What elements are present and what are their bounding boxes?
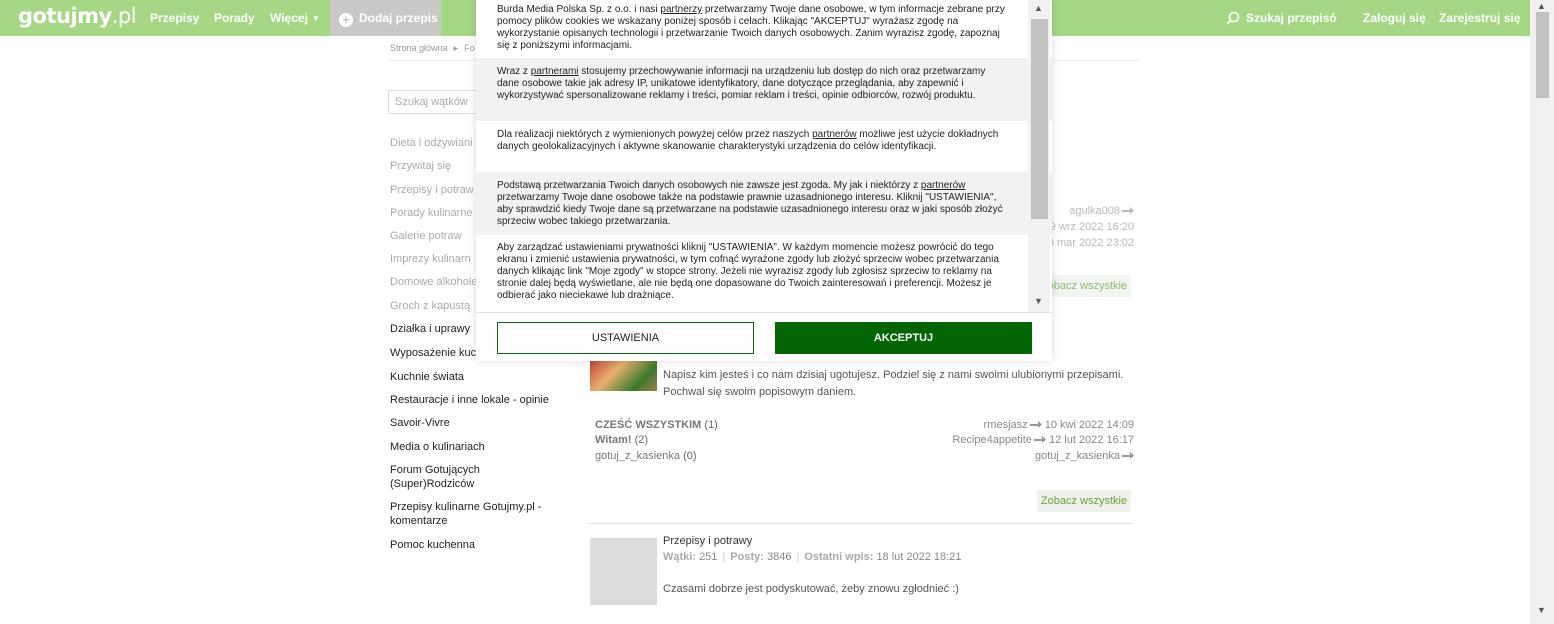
thread-title[interactable]: CZEŚĆ WSZYSTKIM [595,419,701,431]
add-recipe-label: Dodaj przepis [359,11,438,25]
consent-paragraph: Aby zarządzać ustawieniami prywatności k… [497,242,999,301]
cookie-consent-modal: Burda Media Polska Sp. z o.o. i nasi par… [476,0,1052,361]
thread-count: (0) [683,450,697,462]
forum-stats: Wątki: 251 | Posty: 3846 | Ostatni wpis: 18 … [663,551,962,563]
breadcrumb: Strona główna ▸ Fo [390,43,475,54]
scroll-up-icon[interactable]: ▲ [1034,3,1043,13]
sidebar-item-wyposazenie[interactable]: Wyposażenie kuc [390,346,476,360]
partners-link[interactable]: partnerów [812,129,856,140]
partners-link[interactable]: partnerami [531,66,579,77]
thread-row: CZEŚĆ WSZYSTKIM (1) rmesjasz 10 kwi 2022… [595,419,1134,431]
sidebar-item-imprezy[interactable]: Imprezy kulinarn [390,252,471,266]
sidebar-item-kuchnie[interactable]: Kuchnie świata [390,370,464,384]
thread-date: 10 kwi 2022 14:09 [1044,419,1134,431]
modal-scrollbar[interactable]: ▲ ▼ [1028,0,1050,312]
consent-text-scroll-area[interactable]: Burda Media Polska Sp. z o.o. i nasi par… [476,0,1052,312]
sidebar-item-dieta[interactable]: Dieta i odżywiani [390,136,473,150]
thread-meta-date: 9 wrz 2022 16:20 [1049,221,1134,233]
register-link[interactable]: Zarejestruj się [1439,0,1520,36]
forum-divider [588,523,1134,524]
sidebar-item-groch[interactable]: Groch z kapustą [390,299,470,313]
forum-description: Napisz kim jesteś i co nam dzisiaj ugotu… [663,369,1124,398]
thread-date: 12 lut 2022 16:17 [1048,434,1134,446]
thread-title[interactable]: Witam! [595,434,632,446]
sidebar-item-galerie[interactable]: Galerie potraw [390,229,462,243]
reply-arrow-icon [1122,452,1134,459]
settings-button[interactable]: USTAWIENIA [497,322,754,354]
sidebar-item-przepisy[interactable]: Przepisy i potraw [390,183,474,197]
sidebar-item-dzialka[interactable]: Działka i uprawy [390,322,470,336]
sidebar-item-media[interactable]: Media o kulinariach [390,440,485,454]
sidebar-item-savoir[interactable]: Savoir-Vivre [390,416,450,430]
consent-paragraph: Dla realizacji niektórych z wymienionych… [497,129,999,152]
scroll-up-icon[interactable]: ▲ [1537,1,1546,11]
thread-meta-user[interactable]: agulka008 [1069,205,1134,217]
recipe-search-field[interactable]: Szukaj przepisó [1226,0,1337,36]
breadcrumb-separator-icon: ▸ [453,43,459,53]
sidebar-item-rodzice[interactable]: Forum Gotujących (Super)Rodziców [390,463,510,491]
recipe-search-placeholder: Szukaj przepisó [1246,11,1337,25]
sidebar-item-restauracje[interactable]: Restauracje i inne lokale - opinie [390,393,549,407]
page-scrollbar[interactable]: ▲ ▼ [1530,0,1554,624]
thread-meta-date: 0 mar 2022 23:02 [1047,237,1134,249]
thread-count: (2) [634,434,649,446]
partners-link[interactable]: partnerzy [660,4,702,15]
reply-arrow-icon [1122,207,1134,214]
thread-row: Witam! (2) Recipe4appetite 12 lut 2022 1… [595,434,1134,446]
thread-count: (1) [704,419,718,431]
nav-przepisy[interactable]: Przepisy [150,0,199,36]
search-icon [1226,11,1240,25]
consent-paragraph: Burda Media Polska Sp. z o.o. i nasi par… [497,4,1005,51]
forum-description: Czasami dobrze jest podyskutować, żeby z… [663,583,959,595]
plus-circle-icon: + [339,13,353,27]
sidebar-item-porady[interactable]: Porady kulinarne [390,206,473,220]
forum-title[interactable]: Przepisy i potrawy [663,535,752,547]
login-link[interactable]: Zaloguj się [1363,0,1426,36]
see-all-button[interactable]: Zobacz wszystkie [1037,490,1131,512]
caret-down-icon: ▼ [311,14,320,23]
thread-user[interactable]: rmesjasz [984,419,1028,431]
forum-thumbnail[interactable] [590,538,657,605]
sidebar-item-komentarze[interactable]: Przepisy kulinarne Gotujmy.pl - komentar… [390,500,560,528]
reply-arrow-icon [1029,421,1042,428]
nav-wiecej-label: Więcej [270,11,308,25]
partners-link[interactable]: partnerów [921,180,965,191]
thread-user[interactable]: Recipe4appetite [952,434,1032,446]
scrollbar-thumb[interactable] [1031,19,1048,219]
site-logo[interactable]: gotujmy.pl [18,4,137,28]
nav-wiecej[interactable]: Więcej ▼ [270,0,320,36]
thread-row: gotuj_z_kasienka (0) gotuj_z_kasienka [595,450,1134,462]
sidebar-item-przywitaj[interactable]: Przywitaj się [390,159,451,173]
scrollbar-thumb[interactable] [1536,12,1549,98]
thread-title[interactable]: gotuj_z_kasienka [595,450,680,462]
sidebar-item-alkohole[interactable]: Domowe alkohole [390,275,477,289]
thread-user[interactable]: gotuj_z_kasienka [1035,450,1120,462]
reply-arrow-icon [1033,436,1046,443]
breadcrumb-forum[interactable]: Fo [464,43,475,53]
sidebar-item-pomoc[interactable]: Pomoc kuchenna [390,538,475,552]
nav-porady[interactable]: Porady [214,0,255,36]
modal-divider [476,312,1052,313]
add-recipe-button[interactable]: + Dodaj przepis [330,0,441,36]
scroll-down-icon[interactable]: ▼ [1034,296,1043,306]
accept-button[interactable]: AKCEPTUJ [775,322,1032,354]
scroll-down-icon[interactable]: ▼ [1537,605,1546,615]
consent-paragraph: Podstawą przetwarzania Twoich danych oso… [476,172,1052,235]
consent-paragraph: Wraz z partnerami stosujemy przechowywan… [476,58,1052,121]
breadcrumb-home[interactable]: Strona główna [390,43,448,53]
